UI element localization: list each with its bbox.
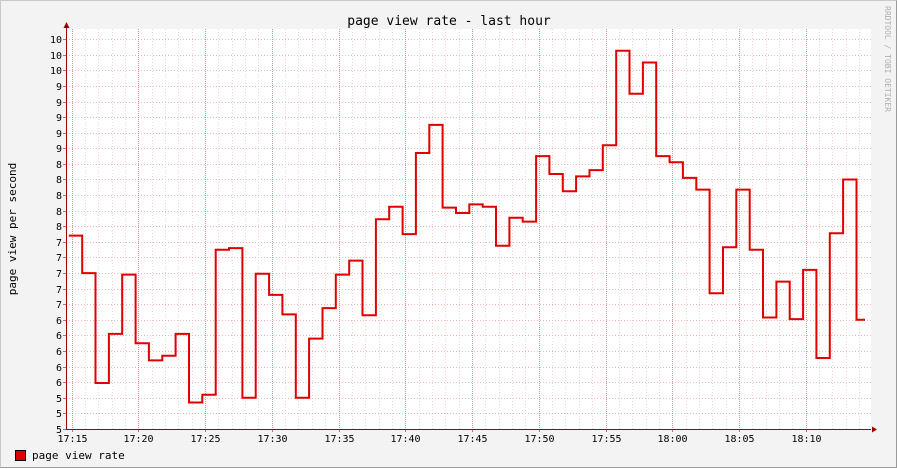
- x-tick-label: 17:55: [591, 434, 621, 445]
- y-tick-label: 6: [56, 316, 62, 327]
- x-tick-label: 17:45: [457, 434, 487, 445]
- rrdtool-watermark: RRDTOOL / TOBI OETIKER: [883, 6, 892, 112]
- y-tick-label: 9: [56, 144, 62, 155]
- x-tick-label: 17:25: [190, 434, 220, 445]
- y-tick-label: 9: [56, 82, 62, 93]
- legend: page view rate: [15, 448, 125, 462]
- y-tick-label: 10: [50, 51, 62, 62]
- y-tick-label: 7: [56, 238, 62, 249]
- y-tick-label: 6: [56, 331, 62, 342]
- y-tick-label: 7: [56, 285, 62, 296]
- y-tick-label: 8: [56, 175, 62, 186]
- y-tick-label: 9: [56, 98, 62, 109]
- x-tick-label: 17:50: [524, 434, 554, 445]
- chart-title: page view rate - last hour: [347, 14, 551, 29]
- x-tick-label: 17:35: [324, 434, 354, 445]
- x-tick-label: 18:10: [791, 434, 821, 445]
- x-axis-tick-labels: 17:15 17:20 17:25 17:30 17:35 17:40 17:45 17:50…: [57, 434, 821, 445]
- y-tick-label: 7: [56, 300, 62, 311]
- y-axis-tick-labels: 55566666777778888899999101010: [50, 35, 62, 436]
- legend-label: page view rate: [32, 448, 125, 462]
- y-tick-label: 5: [56, 409, 62, 420]
- y-tick-label: 8: [56, 222, 62, 233]
- y-tick-label: 5: [56, 394, 62, 405]
- y-tick-label: 8: [56, 191, 62, 202]
- y-tick-label: 7: [56, 269, 62, 280]
- x-tick-label: 18:05: [724, 434, 754, 445]
- x-tick-label: 17:20: [123, 434, 153, 445]
- x-tick-label: 17:15: [57, 434, 87, 445]
- y-tick-label: 10: [50, 66, 62, 77]
- y-tick-label: 6: [56, 347, 62, 358]
- chart-canvas: 55566666777778888899999101010 17:15 17:20…: [6, 6, 892, 445]
- chart-frame: 5 5 5 6 6 6 6 6 7 7 7 7 7 8 8 8 8 8 9 9 9 9 9 10 10 10 17:15 17:20…: [0, 0, 897, 468]
- y-tick-label: 9: [56, 129, 62, 140]
- y-tick-label: 8: [56, 160, 62, 171]
- x-tick-label: 17:30: [257, 434, 287, 445]
- y-axis-label: page view per second: [6, 163, 19, 295]
- x-tick-label: 18:00: [657, 434, 687, 445]
- y-tick-label: 7: [56, 253, 62, 264]
- y-tick-label: 6: [56, 363, 62, 374]
- y-tick-label: 9: [56, 113, 62, 124]
- y-axis-arrow: [63, 22, 70, 28]
- x-axis-arrow: [872, 426, 877, 433]
- y-tick-label: 8: [56, 207, 62, 218]
- legend-swatch: [15, 449, 26, 461]
- y-tick-label: 6: [56, 378, 62, 389]
- x-tick-label: 17:40: [390, 434, 420, 445]
- y-tick-label: 10: [50, 35, 62, 46]
